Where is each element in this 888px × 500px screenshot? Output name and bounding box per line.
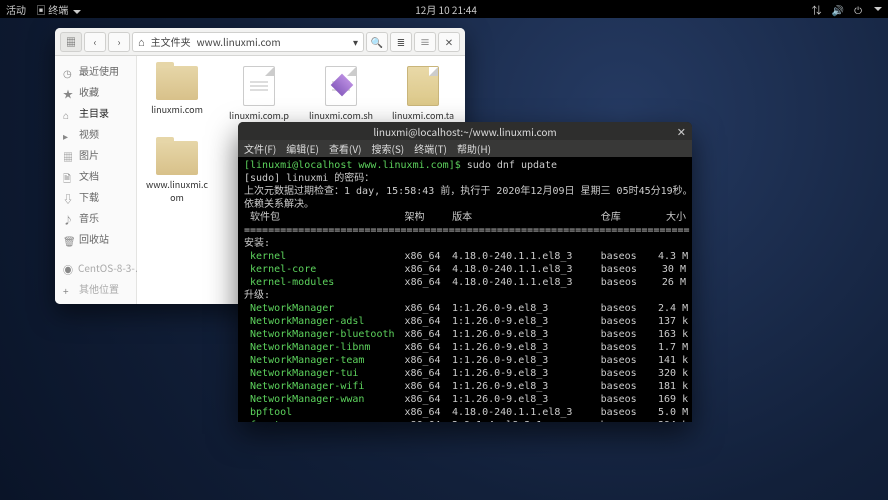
py-file-icon: [243, 66, 275, 106]
sidebar-item-label: 音乐: [79, 210, 99, 225]
sidebar-item-label: 其他位置: [79, 281, 119, 296]
power-icon[interactable]: ⏻: [854, 2, 862, 17]
sidebar-item-plus[interactable]: + 其他位置: [55, 278, 136, 299]
sidebar-item-video[interactable]: ▸ 视频: [55, 123, 136, 144]
video-icon: ▸: [63, 128, 74, 139]
close-button[interactable]: ✕: [438, 32, 460, 52]
network-icon[interactable]: ⇅: [812, 2, 822, 17]
sidebar-item-label: 视频: [79, 126, 99, 141]
sidebar-item-star[interactable]: ★ 收藏: [55, 81, 136, 102]
sidebar-item-disk[interactable]: ◉CentOS-8-3-…: [55, 257, 136, 278]
system-menu-chevron-icon[interactable]: [874, 7, 882, 11]
gnome-topbar: 活动 ▣ 终端 12月 10 21:44 ⇅ 🔊 ⏻: [0, 0, 888, 18]
terminal-menu-item[interactable]: 编辑(E): [286, 141, 319, 156]
terminal-window: linuxmi@localhost:~/www.linuxmi.com ✕ 文件…: [238, 122, 692, 422]
sidebar-item-clock[interactable]: ◷ 最近使用: [55, 60, 136, 81]
activities-button[interactable]: 活动: [6, 2, 26, 17]
fm-sidebar: ◷ 最近使用 ★ 收藏 ⌂ 主目录 ▸ 视频 ▦ 图片 🗎 文档 ⇩ 下载 ♪ 音乐 🗑 回收站 ◉CentOS-8…: [55, 56, 137, 304]
terminal-menu-item[interactable]: 文件(F): [244, 141, 276, 156]
home-icon: ⌂: [138, 34, 145, 50]
nav-back-button[interactable]: ‹: [84, 32, 106, 52]
file-item[interactable]: www.linuxmi.com: [145, 141, 209, 204]
plus-icon: +: [63, 283, 74, 294]
nav-forward-button[interactable]: ›: [108, 32, 130, 52]
file-label: linuxmi.com.sh: [309, 109, 373, 122]
file-label: www.linuxmi.com: [145, 178, 209, 204]
sh-file-icon: [325, 66, 357, 106]
folder-icon: [156, 66, 198, 100]
tar-file-icon: [407, 66, 439, 106]
sidebar-item-label: CentOS-8-3-…: [78, 260, 145, 275]
star-icon: ★: [63, 86, 74, 97]
doc-icon: 🗎: [63, 170, 74, 181]
terminal-titlebar[interactable]: linuxmi@localhost:~/www.linuxmi.com ✕: [238, 122, 692, 140]
hamburger-menu-button[interactable]: ≡: [414, 32, 436, 52]
sidebar-item-label: 文档: [79, 168, 99, 183]
sidebar-item-doc[interactable]: 🗎 文档: [55, 165, 136, 186]
breadcrumb-path[interactable]: www.linuxmi.com: [197, 34, 281, 49]
sidebar-item-image[interactable]: ▦ 图片: [55, 144, 136, 165]
terminal-title-text: linuxmi@localhost:~/www.linuxmi.com: [373, 124, 556, 139]
file-item[interactable]: linuxmi.com: [145, 66, 209, 135]
view-list-button[interactable]: ≣: [390, 32, 412, 52]
new-tab-button[interactable]: ▦: [60, 32, 82, 52]
clock-icon: ◷: [63, 65, 74, 76]
download-icon: ⇩: [63, 191, 74, 202]
terminal-menubar: 文件(F) 编辑(E) 查看(V) 搜索(S) 终端(T) 帮助(H): [238, 140, 692, 157]
terminal-menu-item[interactable]: 帮助(H): [457, 141, 491, 156]
music-icon: ♪: [63, 212, 74, 223]
sidebar-item-label: 主目录: [79, 105, 109, 120]
volume-icon[interactable]: 🔊: [832, 2, 844, 17]
fm-toolbar: ▦ ‹ › ⌂ 主文件夹 www.linuxmi.com ▾ 🔍 ≣ ≡ ✕: [55, 28, 465, 56]
terminal-output[interactable]: [linuxmi@localhost www.linuxmi.com]$ sud…: [238, 157, 692, 422]
sidebar-item-label: 最近使用: [79, 63, 119, 78]
sidebar-item-label: 图片: [79, 147, 99, 162]
sidebar-item-label: 收藏: [79, 84, 99, 99]
sidebar-item-label: 回收站: [79, 231, 109, 246]
terminal-app-menu[interactable]: ▣ 终端: [36, 2, 81, 17]
sidebar-item-home[interactable]: ⌂ 主目录: [55, 102, 136, 123]
desktop: ▦ ‹ › ⌂ 主文件夹 www.linuxmi.com ▾ 🔍 ≣ ≡ ✕ ◷…: [0, 18, 888, 500]
sidebar-item-download[interactable]: ⇩ 下载: [55, 186, 136, 207]
terminal-menu-item[interactable]: 查看(V): [329, 141, 362, 156]
sidebar-item-trash[interactable]: 🗑 回收站: [55, 228, 136, 249]
breadcrumb-home[interactable]: 主文件夹: [151, 34, 191, 49]
terminal-menu-item[interactable]: 搜索(S): [371, 141, 404, 156]
home-icon: ⌂: [63, 107, 74, 118]
sidebar-item-label: 下载: [79, 189, 99, 204]
clock[interactable]: 12月 10 21:44: [81, 2, 812, 17]
terminal-close-button[interactable]: ✕: [677, 124, 686, 140]
search-button[interactable]: 🔍: [366, 32, 388, 52]
file-label: linuxmi.com: [151, 103, 203, 116]
terminal-menu-item[interactable]: 终端(T): [414, 141, 447, 156]
trash-icon: 🗑: [63, 233, 74, 244]
disk-icon: ◉: [63, 262, 73, 273]
image-icon: ▦: [63, 149, 74, 160]
location-bar[interactable]: ⌂ 主文件夹 www.linuxmi.com ▾: [132, 32, 364, 52]
sidebar-item-music[interactable]: ♪ 音乐: [55, 207, 136, 228]
folder-icon: [156, 141, 198, 175]
path-dropdown-icon[interactable]: ▾: [353, 34, 358, 49]
